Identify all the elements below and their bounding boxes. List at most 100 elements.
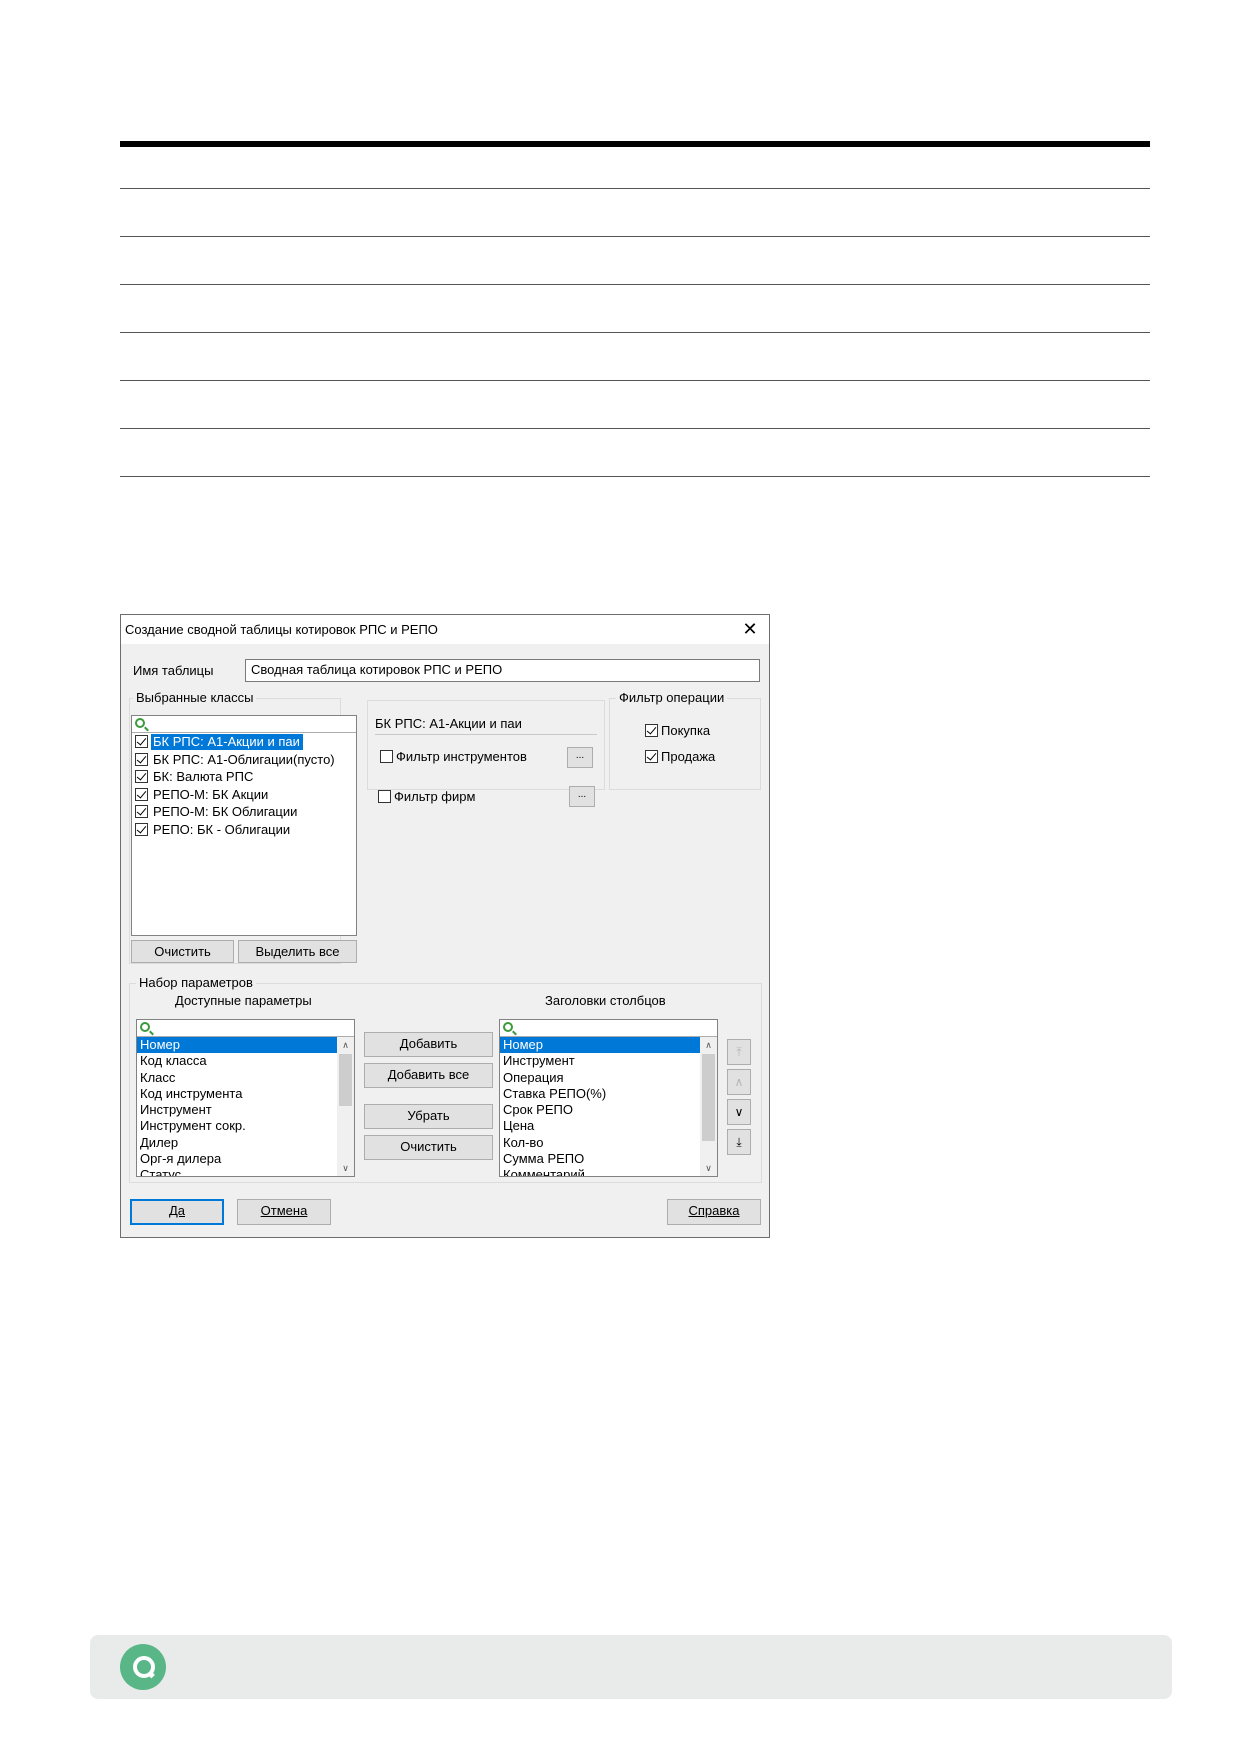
- chevron-down-icon[interactable]: ∨: [700, 1160, 717, 1176]
- firm-filter-checkbox[interactable]: Фильтр фирм: [378, 789, 475, 804]
- column-header-item[interactable]: Инструмент: [500, 1053, 700, 1069]
- close-icon[interactable]: ✕: [739, 618, 761, 640]
- available-params-title: Доступные параметры: [175, 993, 312, 1008]
- class-item-checkbox[interactable]: [135, 752, 148, 766]
- clear-params-button[interactable]: Очистить: [364, 1135, 493, 1160]
- buy-checkbox[interactable]: Покупка: [645, 723, 710, 738]
- table-rule: [120, 332, 1150, 333]
- class-item-checkbox[interactable]: [135, 770, 148, 783]
- move-down-icon[interactable]: ∨: [727, 1099, 751, 1125]
- available-param-item[interactable]: Класс: [137, 1070, 337, 1086]
- firm-filter-label: Фильтр фирм: [394, 789, 476, 804]
- operation-filter-group: [609, 698, 761, 790]
- class-item-label: БК: Валюта РПС: [153, 769, 254, 784]
- available-params-list[interactable]: Номер Код класса Класс Код инструмента Инстр…: [136, 1019, 355, 1177]
- table-rule: [120, 188, 1150, 189]
- table-rule: [120, 380, 1150, 381]
- instrument-filter-checkbox[interactable]: Фильтр инструментов: [380, 749, 527, 764]
- available-param-item[interactable]: Номер: [137, 1037, 337, 1054]
- class-item[interactable]: РЕПО-М: БК Облигации: [132, 803, 356, 821]
- sell-label: Продажа: [661, 749, 716, 764]
- firm-filter-box[interactable]: [378, 790, 391, 803]
- help-button[interactable]: Справка: [667, 1199, 761, 1225]
- available-param-item[interactable]: Орг-я дилера: [137, 1151, 337, 1167]
- available-param-item[interactable]: Код инструмента: [137, 1086, 337, 1102]
- buy-box[interactable]: [645, 724, 658, 737]
- firm-filter-ellipsis-button[interactable]: ...: [569, 786, 595, 807]
- chevron-up-icon[interactable]: ∧: [337, 1037, 354, 1053]
- buy-label: Покупка: [661, 723, 711, 738]
- move-top-icon[interactable]: ⤒: [727, 1039, 751, 1065]
- class-item-label: РЕПО-М: БК Облигации: [153, 804, 298, 819]
- params-search-row[interactable]: [137, 1020, 354, 1037]
- scrollbar-thumb[interactable]: [339, 1054, 352, 1106]
- column-header-item[interactable]: Цена: [500, 1118, 700, 1134]
- class-item[interactable]: РЕПО: БК - Облигации: [132, 821, 356, 839]
- class-item-checkbox[interactable]: [135, 787, 148, 801]
- class-item-label: БК РПС: А1-Акции и паи: [151, 734, 303, 750]
- instrument-filter-box[interactable]: [380, 750, 393, 763]
- page-footer: [90, 1635, 1172, 1699]
- column-header-item[interactable]: Номер: [500, 1037, 700, 1054]
- column-header-item[interactable]: Операция: [500, 1070, 700, 1086]
- class-detail-group: [367, 700, 605, 790]
- sell-checkbox[interactable]: Продажа: [645, 749, 715, 764]
- table-rule: [120, 476, 1150, 477]
- add-button[interactable]: Добавить: [364, 1032, 493, 1057]
- column-header-item[interactable]: Сумма РЕПО: [500, 1151, 700, 1167]
- column-header-item[interactable]: Ставка РЕПО(%): [500, 1086, 700, 1102]
- headers-search-row[interactable]: [500, 1020, 717, 1037]
- column-headers-title: Заголовки столбцов: [545, 993, 666, 1008]
- help-label: Справка: [688, 1203, 740, 1218]
- class-item[interactable]: БК РПС: А1-Облигации(пусто): [132, 751, 356, 769]
- column-header-item[interactable]: Срок РЕПО: [500, 1102, 700, 1118]
- ok-button[interactable]: Да: [130, 1199, 224, 1225]
- sell-box[interactable]: [645, 750, 658, 763]
- column-header-item[interactable]: Кол-во: [500, 1135, 700, 1151]
- move-bottom-icon[interactable]: ⤓: [727, 1129, 751, 1155]
- pivot-table-dialog: Создание сводной таблицы котировок РПС и…: [120, 614, 770, 1238]
- params-scrollbar[interactable]: ∧ ∨: [337, 1037, 354, 1176]
- class-item-checkbox[interactable]: [135, 735, 148, 748]
- table-name-input[interactable]: Сводная таблица котировок РПС и РЕПО: [245, 659, 760, 682]
- available-param-item[interactable]: Статус: [137, 1167, 337, 1176]
- class-item[interactable]: БК РПС: А1-Акции и паи: [132, 733, 356, 751]
- instrument-filter-ellipsis-button[interactable]: ...: [567, 747, 593, 768]
- classes-search-row[interactable]: [132, 716, 356, 733]
- dialog-titlebar: Создание сводной таблицы котировок РПС и…: [121, 615, 769, 644]
- column-header-item[interactable]: Комментарий: [500, 1167, 700, 1176]
- table-top-rule: [120, 141, 1150, 147]
- column-headers-list[interactable]: Номер Инструмент Операция Ставка РЕПО(%) Сро…: [499, 1019, 718, 1177]
- class-item-checkbox[interactable]: [135, 822, 148, 836]
- search-icon: [135, 718, 145, 728]
- available-param-item[interactable]: Инструмент: [137, 1102, 337, 1118]
- class-item-label: РЕПО: БК - Облигации: [153, 821, 291, 837]
- remove-button[interactable]: Убрать: [364, 1104, 493, 1129]
- headers-scrollbar[interactable]: ∧ ∨: [700, 1037, 717, 1176]
- scrollbar-thumb[interactable]: [702, 1054, 715, 1141]
- move-up-icon[interactable]: ∧: [727, 1069, 751, 1095]
- search-icon: [503, 1022, 513, 1032]
- available-param-item[interactable]: Инструмент сокр.: [137, 1118, 337, 1134]
- dialog-title: Создание сводной таблицы котировок РПС и…: [125, 622, 438, 637]
- class-detail-label: БК РПС: А1-Акции и паи: [375, 716, 597, 735]
- class-item[interactable]: РЕПО-М: БК Акции: [132, 786, 356, 804]
- available-param-item[interactable]: Код класса: [137, 1053, 337, 1069]
- table-name-label: Имя таблицы: [133, 663, 214, 678]
- chevron-up-icon[interactable]: ∧: [700, 1037, 717, 1053]
- class-item[interactable]: БК: Валюта РПС: [132, 768, 356, 786]
- add-all-button[interactable]: Добавить все: [364, 1063, 493, 1088]
- class-item-label: РЕПО-М: БК Акции: [153, 786, 269, 802]
- params-group-title: Набор параметров: [136, 975, 256, 990]
- ok-label: Да: [168, 1203, 186, 1218]
- select-all-button[interactable]: Выделить все: [238, 940, 357, 963]
- logo-icon: [120, 1644, 166, 1690]
- chevron-down-icon[interactable]: ∨: [337, 1160, 354, 1176]
- available-param-item[interactable]: Дилер: [137, 1135, 337, 1151]
- classes-group-title: Выбранные классы: [133, 690, 257, 705]
- clear-classes-button[interactable]: Очистить: [131, 940, 234, 963]
- search-icon: [140, 1022, 150, 1032]
- classes-list[interactable]: БК РПС: А1-Акции и паи БК РПС: А1-Облигац…: [131, 715, 357, 936]
- cancel-button[interactable]: Отмена: [237, 1199, 331, 1225]
- class-item-checkbox[interactable]: [135, 805, 148, 818]
